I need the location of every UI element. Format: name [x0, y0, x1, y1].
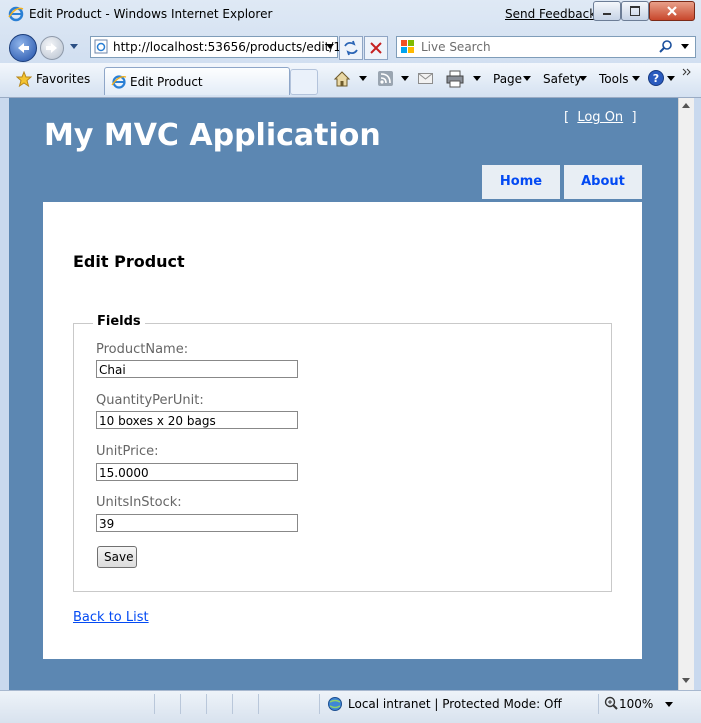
safety-menu[interactable]: Safety	[543, 72, 581, 86]
ie-logo-icon	[8, 6, 24, 22]
scroll-down-icon[interactable]	[682, 678, 690, 684]
back-to-list-link[interactable]: Back to List	[73, 610, 149, 625]
title-bar: Edit Product - Windows Internet Explorer…	[0, 0, 701, 30]
chevron-more-icon[interactable]	[682, 68, 692, 76]
browser-window: Edit Product - Windows Internet Explorer…	[0, 0, 701, 723]
local-intranet-icon	[328, 697, 342, 711]
logon-area: [ Log On ]	[564, 110, 637, 125]
stop-icon	[370, 42, 382, 54]
new-tab-button[interactable]	[290, 69, 318, 95]
scroll-up-icon[interactable]	[682, 103, 690, 109]
live-search-logo-icon	[401, 40, 414, 53]
search-icon[interactable]	[659, 40, 673, 54]
forward-button[interactable]	[40, 36, 64, 60]
status-divider	[206, 694, 207, 714]
quantity-per-unit-input[interactable]: 10 boxes x 20 bags	[96, 411, 298, 429]
unit-price-label: UnitPrice:	[96, 444, 159, 459]
units-in-stock-input[interactable]: 39	[96, 514, 298, 532]
status-divider	[598, 694, 599, 714]
tools-menu[interactable]: Tools	[599, 72, 629, 86]
page-menu[interactable]: Page	[493, 72, 522, 86]
home-dropdown-icon[interactable]	[359, 76, 367, 82]
tab-label: Edit Product	[130, 75, 203, 89]
close-icon	[667, 6, 677, 16]
search-box[interactable]: Live Search	[396, 36, 696, 58]
status-divider	[258, 694, 259, 714]
close-window-button[interactable]	[649, 1, 695, 21]
page-icon	[94, 39, 108, 54]
safety-dropdown-icon[interactable]	[579, 76, 587, 82]
nav-tab-home[interactable]: Home	[482, 165, 560, 199]
help-icon[interactable]: ?	[648, 70, 665, 87]
page-heading: Edit Product	[73, 252, 185, 271]
address-url: http://localhost:53656/products/edit/1	[113, 40, 342, 54]
chevron-down-icon[interactable]	[326, 44, 334, 50]
restore-icon	[630, 6, 640, 16]
fieldset-legend: Fields	[93, 314, 145, 329]
refresh-button[interactable]	[339, 36, 363, 60]
zoom-dropdown-icon[interactable]	[665, 702, 673, 708]
page-dropdown-icon[interactable]	[523, 76, 531, 82]
status-divider	[319, 694, 320, 714]
arrow-right-icon	[46, 43, 57, 53]
tab-edit-product[interactable]: Edit Product	[104, 67, 290, 95]
svg-text:?: ?	[653, 72, 659, 85]
status-divider	[232, 694, 233, 714]
product-name-label: ProductName:	[96, 342, 189, 357]
status-divider	[154, 694, 155, 714]
star-icon	[16, 71, 32, 87]
stop-button[interactable]	[364, 36, 388, 60]
address-bar[interactable]: http://localhost:53656/products/edit/1	[90, 36, 342, 58]
feed-dropdown-icon[interactable]	[401, 76, 409, 82]
main-content: Edit Product Fields ProductName: Chai Qu…	[43, 202, 642, 659]
window-title: Edit Product - Windows Internet Explorer	[29, 7, 273, 21]
help-dropdown-icon[interactable]	[667, 76, 675, 82]
home-icon[interactable]	[333, 70, 351, 88]
print-dropdown-icon[interactable]	[473, 76, 481, 82]
search-options-icon[interactable]	[681, 44, 689, 50]
print-icon[interactable]	[446, 70, 464, 88]
save-button[interactable]: Save	[97, 546, 137, 568]
product-name-input[interactable]: Chai	[96, 360, 298, 378]
favorites-label: Favorites	[36, 72, 91, 86]
quantity-per-unit-label: QuantityPerUnit:	[96, 393, 204, 408]
zoom-level[interactable]: 100%	[619, 697, 653, 711]
send-feedback-link[interactable]: Send Feedback	[505, 7, 596, 21]
logon-bracket-close: ]	[631, 110, 637, 125]
search-placeholder: Live Search	[421, 40, 491, 54]
page-viewport: My MVC Application [ Log On ] Home About…	[9, 98, 678, 690]
history-dropdown-icon[interactable]	[70, 44, 78, 50]
mail-icon[interactable]	[418, 73, 434, 85]
refresh-icon	[344, 40, 358, 56]
arrow-left-icon	[18, 43, 29, 53]
logon-bracket-open: [	[564, 110, 570, 125]
minimize-icon	[603, 13, 611, 15]
maximize-button[interactable]	[621, 1, 649, 21]
favorites-button[interactable]: Favorites	[16, 71, 98, 89]
tools-dropdown-icon[interactable]	[632, 76, 640, 82]
back-button[interactable]	[9, 34, 37, 62]
status-divider	[180, 694, 181, 714]
rss-feed-icon[interactable]	[378, 71, 394, 87]
unit-price-input[interactable]: 15.0000	[96, 463, 298, 481]
vertical-scrollbar[interactable]	[678, 98, 694, 690]
logon-link[interactable]: Log On	[577, 110, 623, 125]
security-zone-status[interactable]: Local intranet | Protected Mode: Off	[348, 697, 562, 711]
minimize-button[interactable]	[593, 1, 621, 21]
nav-tab-about[interactable]: About	[564, 165, 642, 199]
zoom-icon[interactable]	[604, 696, 618, 710]
site-title: My MVC Application	[44, 118, 381, 153]
units-in-stock-label: UnitsInStock:	[96, 495, 182, 510]
ie-page-icon	[111, 75, 127, 89]
